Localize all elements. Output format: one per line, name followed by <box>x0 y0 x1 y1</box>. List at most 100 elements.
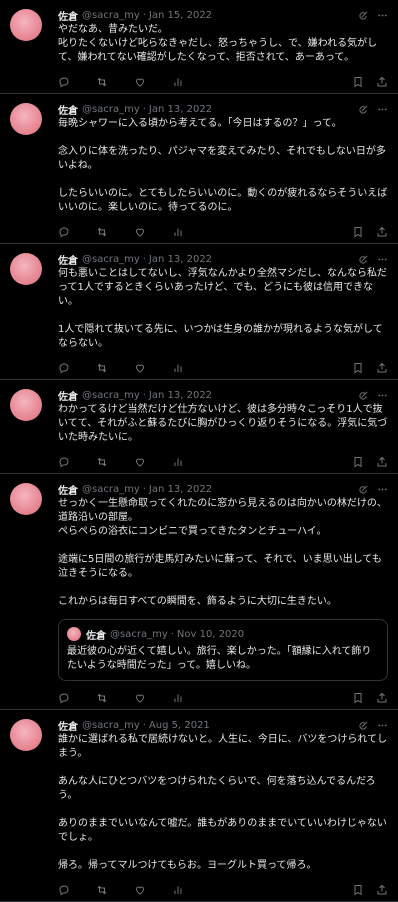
share-button[interactable] <box>376 76 388 88</box>
views-button[interactable] <box>172 456 210 468</box>
tweet-date[interactable]: Jan 13, 2022 <box>149 484 212 495</box>
author-handle[interactable]: @sacra_my <box>82 254 140 265</box>
like-button[interactable] <box>134 226 172 238</box>
retweet-button[interactable] <box>96 226 134 238</box>
bookmark-icon <box>352 362 364 374</box>
action-bar <box>58 71 388 93</box>
reply-button[interactable] <box>58 692 96 704</box>
avatar[interactable] <box>10 253 42 285</box>
retweet-icon <box>96 692 108 704</box>
like-button[interactable] <box>134 884 172 896</box>
tweet[interactable]: 佐倉 @sacra_my · Jan 13, 2022 毎晩シャワーに入る頃から考えてる… <box>0 94 398 244</box>
header-icons <box>358 104 388 115</box>
retweet-button[interactable] <box>96 76 134 88</box>
bookmark-icon <box>352 456 364 468</box>
share-button[interactable] <box>376 226 388 238</box>
tweet-header: 佐倉 @sacra_my · Jan 13, 2022 <box>58 482 388 497</box>
reply-icon <box>58 76 70 88</box>
reply-button[interactable] <box>58 76 96 88</box>
share-button[interactable] <box>376 884 388 896</box>
reply-button[interactable] <box>58 884 96 896</box>
author-name[interactable]: 佐倉 <box>86 627 106 642</box>
share-icon <box>376 226 388 238</box>
retweet-button[interactable] <box>96 362 134 374</box>
bookmark-button[interactable] <box>352 362 364 374</box>
grok-icon[interactable] <box>358 484 369 495</box>
bookmark-button[interactable] <box>352 884 364 896</box>
author-name[interactable]: 佐倉 <box>58 482 78 497</box>
like-icon <box>134 692 146 704</box>
avatar[interactable] <box>10 483 42 515</box>
tweet-date[interactable]: Jan 13, 2022 <box>149 390 212 401</box>
avatar[interactable] <box>10 103 42 135</box>
retweet-icon <box>96 884 108 896</box>
tweet-paragraph: 帰ろ。帰ってマルつけてもらお。ヨーグルト買って帰ろ。 <box>58 860 317 871</box>
tweet[interactable]: 佐倉 @sacra_my · Jan 13, 2022 何も悪いことはしてないし、浮気な… <box>0 244 398 380</box>
tweet-date[interactable]: Nov 10, 2020 <box>177 629 244 640</box>
tweet[interactable]: 佐倉 @sacra_my · Jan 15, 2022 やだなあ、昔みたいだ。 叱りたくな… <box>0 0 398 94</box>
tweet-date[interactable]: Jan 13, 2022 <box>149 254 212 265</box>
bookmark-button[interactable] <box>352 692 364 704</box>
share-button[interactable] <box>376 362 388 374</box>
author-name[interactable]: 佐倉 <box>58 252 78 267</box>
tweet-paragraph: せっかく一生懸命取ってくれたのに窓から見えるのは向かいの林だけの、道路沿いの部屋… <box>58 498 387 523</box>
author-handle[interactable]: @sacra_my <box>82 104 140 115</box>
more-icon[interactable] <box>377 484 388 495</box>
author-name[interactable]: 佐倉 <box>58 8 78 23</box>
tweet-date[interactable]: Jan 13, 2022 <box>149 104 212 115</box>
like-button[interactable] <box>134 456 172 468</box>
views-button[interactable] <box>172 362 210 374</box>
like-button[interactable] <box>134 362 172 374</box>
more-icon[interactable] <box>377 254 388 265</box>
views-button[interactable] <box>172 884 210 896</box>
like-button[interactable] <box>134 692 172 704</box>
retweet-button[interactable] <box>96 692 134 704</box>
views-button[interactable] <box>172 692 210 704</box>
author-name[interactable]: 佐倉 <box>58 718 78 733</box>
avatar[interactable] <box>10 9 42 41</box>
bookmark-icon <box>352 76 364 88</box>
more-icon[interactable] <box>377 720 388 731</box>
tweet-date[interactable]: Jan 15, 2022 <box>149 10 212 21</box>
share-button[interactable] <box>376 456 388 468</box>
bookmark-button[interactable] <box>352 76 364 88</box>
more-icon[interactable] <box>377 104 388 115</box>
tweet-date[interactable]: Aug 5, 2021 <box>149 720 210 731</box>
quoted-tweet[interactable]: 佐倉 @sacra_my · Nov 10, 2020 最近彼の心が近くて嬉しい。旅行、… <box>58 619 388 681</box>
tweet-text: わかってるけど当然だけど仕方ないけど、彼は多分時々こっそり1人で抜いてて、それが… <box>58 403 388 445</box>
tweet[interactable]: 佐倉 @sacra_my · Jan 13, 2022 せっかく一生懸命取ってくれたのに… <box>0 474 398 710</box>
share-button[interactable] <box>376 692 388 704</box>
author-handle[interactable]: @sacra_my <box>82 390 140 401</box>
grok-icon[interactable] <box>358 10 369 21</box>
author-handle[interactable]: @sacra_my <box>82 484 140 495</box>
reply-button[interactable] <box>58 226 96 238</box>
grok-icon[interactable] <box>358 254 369 265</box>
retweet-button[interactable] <box>96 884 134 896</box>
tweet[interactable]: 佐倉 @sacra_my · Jan 13, 2022 わかってるけど当然だけど仕方ない… <box>0 380 398 474</box>
more-icon[interactable] <box>377 10 388 21</box>
author-name[interactable]: 佐倉 <box>58 102 78 117</box>
author-handle[interactable]: @sacra_my <box>110 629 168 640</box>
reply-button[interactable] <box>58 456 96 468</box>
author-name[interactable]: 佐倉 <box>58 388 78 403</box>
avatar[interactable] <box>10 719 42 751</box>
reply-button[interactable] <box>58 362 96 374</box>
bookmark-button[interactable] <box>352 226 364 238</box>
author-handle[interactable]: @sacra_my <box>82 10 140 21</box>
reply-icon <box>58 884 70 896</box>
views-button[interactable] <box>172 226 210 238</box>
grok-icon[interactable] <box>358 390 369 401</box>
avatar[interactable] <box>67 627 81 641</box>
author-handle[interactable]: @sacra_my <box>82 720 140 731</box>
grok-icon[interactable] <box>358 104 369 115</box>
tweet-paragraph: あんな人にひとつバツをつけられたくらいで、何を落ち込んでるんだろう。 <box>58 776 376 801</box>
avatar[interactable] <box>10 389 42 421</box>
retweet-button[interactable] <box>96 456 134 468</box>
views-button[interactable] <box>172 76 210 88</box>
grok-icon[interactable] <box>358 720 369 731</box>
tweet-paragraph: これからは毎日すべての瞬間を、飾るように大切に生きたい。 <box>58 596 337 607</box>
more-icon[interactable] <box>377 390 388 401</box>
tweet[interactable]: 佐倉 @sacra_my · Aug 5, 2021 誰かに選ばれる私で居続けないと。人… <box>0 710 398 902</box>
like-button[interactable] <box>134 76 172 88</box>
bookmark-button[interactable] <box>352 456 364 468</box>
